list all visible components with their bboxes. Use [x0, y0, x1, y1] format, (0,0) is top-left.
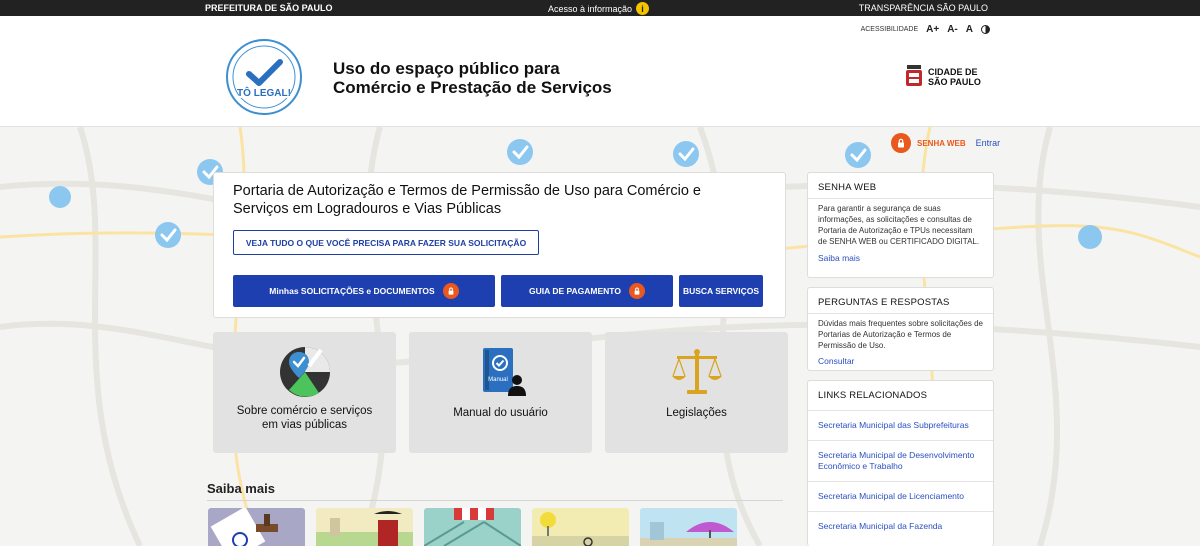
- street-vendor-image: [316, 511, 413, 546]
- title-line-1: Uso do espaço público para: [333, 59, 560, 78]
- link-subprefeituras[interactable]: Secretaria Municipal das Subprefeituras: [808, 410, 993, 440]
- market-stall-image: [424, 508, 521, 546]
- sidebar-senha-web: SENHA WEB Para garantir a segurança de s…: [807, 172, 994, 278]
- accessibility-bar: ACESSIBILIDADE A+ A- A: [861, 24, 990, 35]
- saiba-mais-thumb-3[interactable]: [424, 508, 521, 546]
- city-text: CIDADE DE SÃO PAULO: [928, 67, 981, 87]
- top-bar: PREFEITURA DE SÃO PAULO Acesso à informa…: [0, 0, 1200, 16]
- font-increase-button[interactable]: A+: [926, 24, 939, 35]
- tile-label: Legislações: [666, 407, 727, 419]
- minhas-solicitacoes-button[interactable]: Minhas SOLICITAÇÕES e DOCUMENTOS: [233, 275, 495, 307]
- info-icon: i: [636, 2, 650, 15]
- guia-pagamento-label: GUIA DE PAGAMENTO: [529, 286, 621, 296]
- veja-tudo-button[interactable]: VEJA TUDO O QUE VOCÊ PRECISA PARA FAZER …: [233, 230, 539, 255]
- saiba-mais-thumb-2[interactable]: [316, 508, 413, 546]
- sidebar-links-relacionados: LINKS RELACIONADOS Secretaria Municipal …: [807, 380, 994, 546]
- sidebar-perguntas-respostas: PERGUNTAS E RESPOSTAS Dúvidas mais frequ…: [807, 287, 994, 371]
- accessibility-label[interactable]: ACESSIBILIDADE: [861, 26, 919, 33]
- entrar-link[interactable]: Entrar: [976, 138, 1001, 148]
- saiba-mais-thumb-1[interactable]: [208, 508, 305, 546]
- city-park-image: [532, 512, 629, 546]
- links-relacionados-heading: LINKS RELACIONADOS: [818, 390, 928, 401]
- link-fazenda[interactable]: Secretaria Municipal da Fazenda: [808, 511, 993, 541]
- senha-web-heading: SENHA WEB: [818, 182, 877, 193]
- consultar-link[interactable]: Consultar: [808, 351, 993, 366]
- page-title: Uso do espaço público para Comércio e Pr…: [333, 59, 612, 97]
- tile-label: Sobre comércio e serviços em vias públic…: [236, 405, 373, 431]
- senha-web-text: Para garantir a segurança de suas inform…: [818, 204, 980, 246]
- map-check-icon: [279, 347, 330, 397]
- scales-of-justice-icon: [671, 349, 722, 394]
- lock-icon: [442, 283, 459, 299]
- tile-legislacoes[interactable]: Legislações: [605, 332, 788, 453]
- transparencia-link[interactable]: TRANSPARÊNCIA SÃO PAULO: [859, 3, 988, 13]
- manual-book-icon: Manual: [482, 348, 526, 396]
- saiba-mais-title: Saiba mais: [207, 481, 275, 496]
- tile-label: Manual do usuário: [453, 407, 548, 419]
- busca-servicos-button[interactable]: BUSCA SERVIÇOS: [679, 275, 763, 307]
- perguntas-text: Dúvidas mais frequentes sobre solicitaçõ…: [818, 319, 983, 350]
- prefeitura-link[interactable]: PREFEITURA DE SÃO PAULO: [205, 3, 333, 13]
- main-card: Portaria de Autorização e Termos de Perm…: [213, 172, 786, 318]
- saiba-mais-thumb-4[interactable]: [532, 508, 629, 546]
- to-legal-logo[interactable]: TÔ LEGAL!: [225, 38, 303, 116]
- font-normal-button[interactable]: A: [966, 24, 973, 35]
- acesso-informacao-link[interactable]: Acesso à informação i: [548, 2, 650, 15]
- divider: [207, 500, 783, 501]
- acesso-informacao-label: Acesso à informação: [548, 4, 633, 14]
- font-decrease-button[interactable]: A-: [947, 24, 958, 35]
- perguntas-heading: PERGUNTAS E RESPOSTAS: [818, 297, 950, 308]
- lock-icon: [891, 133, 911, 153]
- title-line-2: Comércio e Prestação de Serviços: [333, 78, 612, 97]
- stamp-document-image: [210, 508, 278, 546]
- saiba-mais-link[interactable]: Saiba mais: [808, 247, 993, 263]
- saiba-mais-thumb-5[interactable]: [640, 508, 737, 546]
- site-header: ACESSIBILIDADE A+ A- A TÔ LEGAL! Uso do …: [0, 16, 1200, 127]
- svg-text:Manual: Manual: [488, 377, 508, 383]
- contrast-icon[interactable]: [981, 25, 990, 34]
- lock-icon: [628, 283, 645, 299]
- beach-umbrella-image: [640, 522, 737, 546]
- minhas-solicitacoes-label: Minhas SOLICITAÇÕES e DOCUMENTOS: [269, 286, 435, 296]
- guia-pagamento-button[interactable]: GUIA DE PAGAMENTO: [501, 275, 673, 307]
- senha-web-login[interactable]: SENHA WEB Entrar: [891, 133, 1000, 153]
- city-crest-icon: [906, 65, 922, 86]
- cidade-sao-paulo-logo[interactable]: CIDADE DE SÃO PAULO: [904, 65, 981, 89]
- tile-sobre-comercio[interactable]: Sobre comércio e serviços em vias públic…: [213, 332, 396, 453]
- link-desenvolvimento-economico[interactable]: Secretaria Municipal de Desenvolvimento …: [808, 440, 993, 481]
- main-card-title: Portaria de Autorização e Termos de Perm…: [233, 183, 701, 217]
- tile-manual-usuario[interactable]: Manual Manual do usuário: [409, 332, 592, 453]
- link-licenciamento[interactable]: Secretaria Municipal de Licenciamento: [808, 481, 993, 511]
- senha-web-label: SENHA WEB: [917, 138, 966, 148]
- to-legal-text: TÔ LEGAL!: [237, 86, 291, 99]
